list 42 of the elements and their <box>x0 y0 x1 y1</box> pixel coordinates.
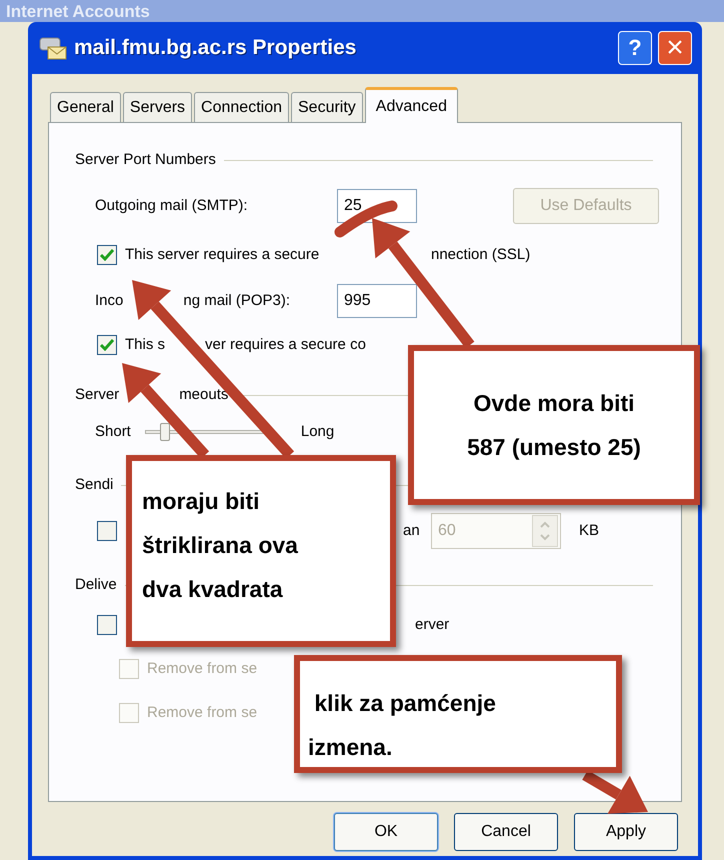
dialog-button[interactable]: OK <box>334 813 438 851</box>
input-field[interactable]: 995 <box>337 284 417 318</box>
dialog-button[interactable]: Cancel <box>454 813 558 851</box>
mail-server-icon <box>38 35 68 61</box>
checkbox[interactable] <box>97 245 117 265</box>
checkbox-label: erver <box>415 614 450 635</box>
callout-text: klik za pamćenje izmena. <box>308 689 496 762</box>
tab[interactable]: Servers <box>122 92 192 122</box>
scribble-mark <box>334 200 398 238</box>
tab[interactable]: General <box>50 92 121 122</box>
checkbox-label: Remove from se <box>147 658 258 679</box>
checkbox-label: This server requires a secure <box>125 244 320 265</box>
checkbox[interactable] <box>97 615 117 635</box>
window-title: mail.fmu.bg.ac.rs Properties <box>74 35 358 62</box>
help-button[interactable]: ? <box>618 31 652 65</box>
checkbox-label: This s <box>125 334 166 355</box>
background-window-title: Internet Accounts <box>6 2 150 22</box>
group-heading: Sendi <box>75 474 114 495</box>
tab[interactable]: Advanced <box>364 87 458 123</box>
field-label: Outgoing mail (SMTP): <box>95 196 249 216</box>
dialog-button[interactable]: Apply <box>574 813 678 851</box>
group-heading: Delive <box>75 574 117 595</box>
group-heading: Server Port Numbers <box>75 150 216 170</box>
checkbox[interactable] <box>97 335 117 355</box>
slider-thumb[interactable] <box>160 423 170 441</box>
checkbox-label: ver requires a secure co <box>205 334 366 355</box>
slider-label: Short <box>95 422 131 442</box>
checkbox-label: Remove from se <box>147 702 258 723</box>
field-label: Inco <box>95 290 124 311</box>
close-button[interactable]: × <box>658 31 692 65</box>
tab[interactable]: Security <box>291 92 363 122</box>
slider-label: Long <box>300 422 334 442</box>
group-heading: meouts <box>179 384 228 405</box>
field-label: ng mail (POP3): <box>183 290 290 311</box>
tab[interactable]: Connection <box>194 92 289 122</box>
group-heading: Server <box>75 384 120 405</box>
checkbox-label: an <box>403 520 421 541</box>
unit-label: KB <box>579 520 600 541</box>
checkbox-label: nnection (SSL) <box>431 244 530 265</box>
callout-text: moraju biti štriklirana ova dva kvadrata <box>142 487 298 604</box>
callout-text: Ovde mora biti 587 (umesto 25) <box>467 389 641 462</box>
field-value: 60 <box>437 521 457 541</box>
